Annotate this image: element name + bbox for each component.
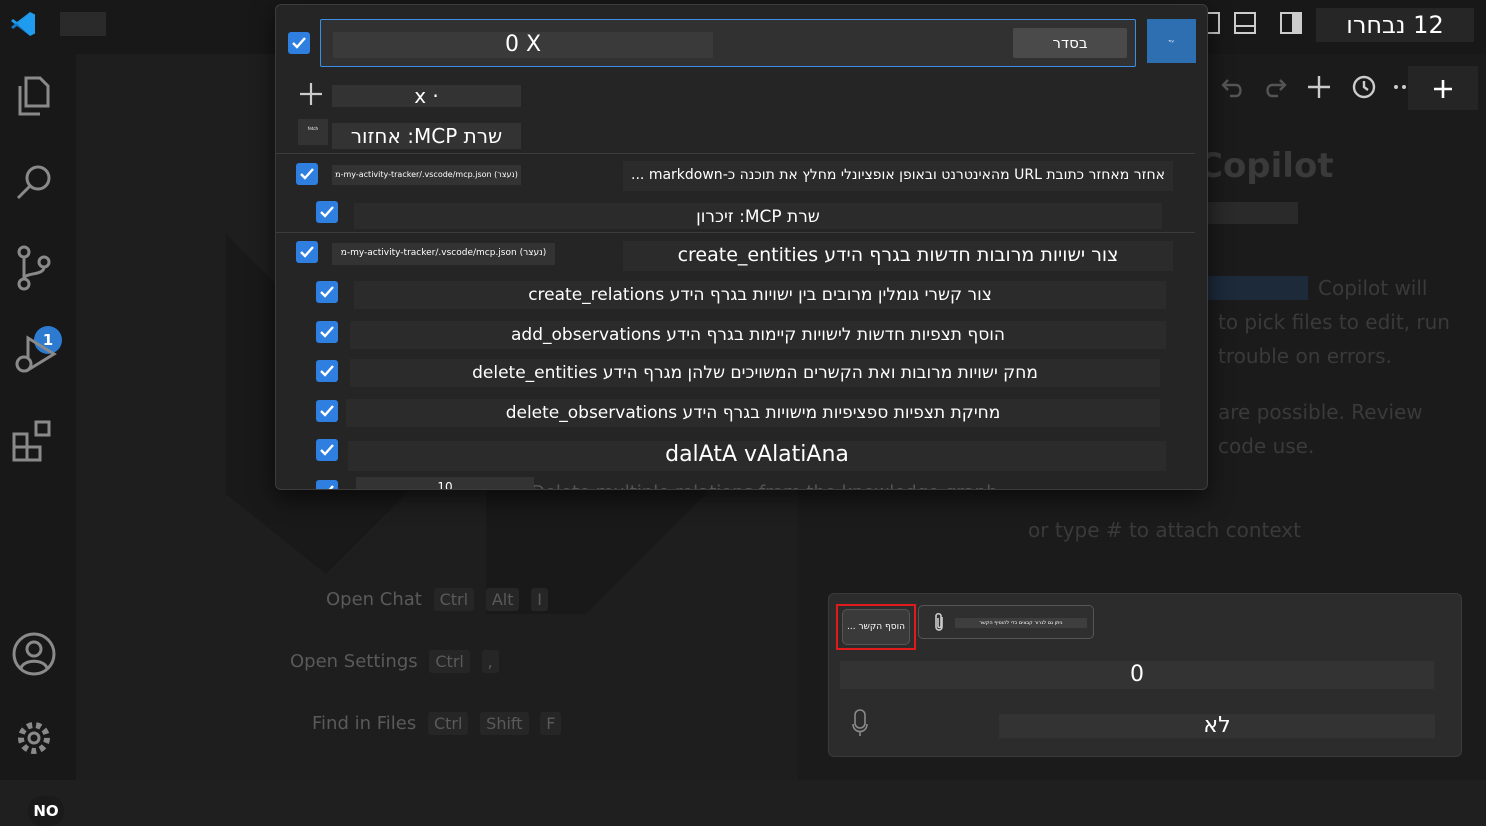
ok-button[interactable]: בסדר [1013, 28, 1127, 58]
account-status-badge: NO [28, 796, 64, 826]
shortcut-key: Ctrl [427, 712, 469, 735]
explorer-icon[interactable] [10, 72, 58, 120]
tool-checkbox[interactable] [316, 281, 338, 303]
tool-description-delete-relations: Delete multiple relations from the knowl… [531, 482, 1021, 489]
shortcut-key: Ctrl [429, 650, 470, 673]
shortcut-label: Find in Files [312, 713, 417, 734]
fetch-tool-checkbox[interactable] [296, 163, 318, 185]
chat-mode-select[interactable]: לא [999, 714, 1435, 738]
shortcut-key: , [481, 650, 499, 673]
undo-icon[interactable] [1218, 72, 1248, 102]
chat-welcome-line: to pick files to edit, run [1218, 310, 1450, 334]
tool-description-add-observations: הוסף תצפיות חדשות לישויות קיימות בגרף הי… [350, 321, 1166, 349]
quick-pick-input-value: 0 X [333, 32, 713, 58]
shortcut-key: I [531, 588, 548, 611]
tool-checkbox[interactable] [316, 321, 338, 343]
search-icon[interactable] [10, 158, 58, 206]
shortcut-key: F [540, 712, 562, 735]
highlight-frame: הוסף הקשר ... [836, 604, 916, 650]
chat-input-field[interactable]: 0 [840, 661, 1434, 689]
vscode-logo-icon [11, 12, 35, 36]
chat-welcome-line: Copilot will [1318, 276, 1428, 300]
new-chat-plus-icon[interactable] [1304, 72, 1334, 102]
separator [276, 153, 1195, 154]
memory-server-label: שרת MCP: זיכרון [354, 203, 1162, 229]
layout-secondary-sidebar-icon[interactable] [1278, 10, 1304, 36]
attach-chip[interactable]: ניתן גם לגרור קבצים כדי להוסיף הקשר [918, 605, 1094, 639]
add-server-plus-icon[interactable] [298, 81, 324, 107]
layout-panel-icon[interactable] [1232, 10, 1258, 36]
selection-count: 12 נבחרו [1316, 8, 1474, 42]
chat-input-box: הוסף הקשר ... ניתן גם לגרור קבצים כדי לה… [828, 593, 1462, 757]
chat-attach-hint: or type # to attach context [1028, 518, 1302, 542]
shortcut-label: Open Settings [290, 651, 418, 672]
chat-welcome-line: are possible. Review [1218, 400, 1423, 424]
shortcut-label: Open Chat [326, 589, 422, 610]
paperclip-icon [935, 612, 943, 631]
tool-description-create-relations: צור קשרי גומלין מרובים בין ישויות בגרף ה… [354, 281, 1166, 309]
memory-tool-source: (נעצר) my-activity-tracker/.vscode/mcp.j… [332, 243, 555, 265]
tool-description: dalAtA vAlatiAna [348, 441, 1166, 471]
tool-checkbox[interactable] [316, 400, 338, 422]
extensions-icon[interactable] [10, 416, 58, 464]
redo-icon[interactable] [1260, 72, 1290, 102]
memory-server-checkbox[interactable] [316, 201, 338, 223]
settings-gear-icon[interactable] [10, 714, 58, 762]
shortcut-find-in-files: Find in Files Ctrl Shift F [312, 712, 562, 735]
chat-welcome-line: trouble on errors. [1218, 344, 1392, 368]
attach-chip-label: ניתן גם לגרור קבצים כדי להוסיף הקשר [955, 618, 1087, 628]
add-server-label[interactable]: · x [332, 85, 521, 107]
quick-pick-input[interactable]: 0 X בסדר [320, 19, 1136, 67]
source-control-icon[interactable] [10, 244, 58, 292]
activity-bar: 1 NO [0, 54, 76, 826]
account-icon[interactable] [10, 630, 58, 678]
shortcut-open-settings: Open Settings Ctrl , [290, 650, 499, 673]
tool-checkbox[interactable] [316, 439, 338, 461]
chat-welcome-title: Copilot [1198, 146, 1334, 186]
plus-icon [1434, 80, 1452, 98]
fetch-server-label: שרת MCP: אחזור [332, 123, 521, 149]
tool-badge: 10 [356, 477, 534, 489]
chat-welcome-link[interactable] [1208, 276, 1308, 300]
shortcut-key: Ctrl [433, 588, 475, 611]
select-all-checkbox[interactable] [288, 32, 310, 54]
quick-pick-action-button[interactable]: עוד [1147, 19, 1196, 63]
history-icon[interactable] [1348, 72, 1378, 102]
tool-checkbox[interactable] [316, 360, 338, 382]
shortcut-open-chat: Open Chat Ctrl Alt I [326, 588, 548, 611]
add-chat-button[interactable] [1408, 66, 1478, 110]
shortcut-key: Shift [480, 712, 529, 735]
menu-button[interactable] [60, 12, 106, 36]
fetch-tool-description: אחזר מאחזר כתובת URL מהאינטרנט ובאופן או… [623, 161, 1173, 191]
add-context-button[interactable]: הוסף הקשר ... [842, 609, 910, 645]
action-label: עוד [1168, 38, 1174, 43]
tools-quick-pick: 0 X בסדר עוד · x fetch שרת MCP: אחזור (נ… [275, 4, 1208, 490]
tool-description-delete-observations: מחיקת תצפיות ספציפיות מישויות בגרף הידע … [346, 399, 1160, 427]
chat-welcome-subtitle [1208, 202, 1298, 224]
chat-welcome-line: code use. [1218, 434, 1315, 458]
shortcut-key: Alt [485, 588, 520, 611]
fetch-tool-source: (נעצר) my-activity-tracker/.vscode/mcp.j… [332, 165, 521, 185]
run-debug-icon[interactable] [10, 330, 58, 378]
tool-checkbox[interactable] [296, 241, 318, 263]
tool-description-create-entities: צור ישויות מרובות חדשות בגרף הידע create… [623, 241, 1173, 271]
fetch-server-icon: fetch [298, 119, 328, 145]
tool-checkbox[interactable] [316, 480, 338, 489]
mic-icon[interactable] [851, 708, 869, 738]
separator [276, 232, 1195, 233]
tool-description-delete-entities: מחק ישויות מרובות ואת הקשרים המשויכים של… [350, 359, 1160, 387]
